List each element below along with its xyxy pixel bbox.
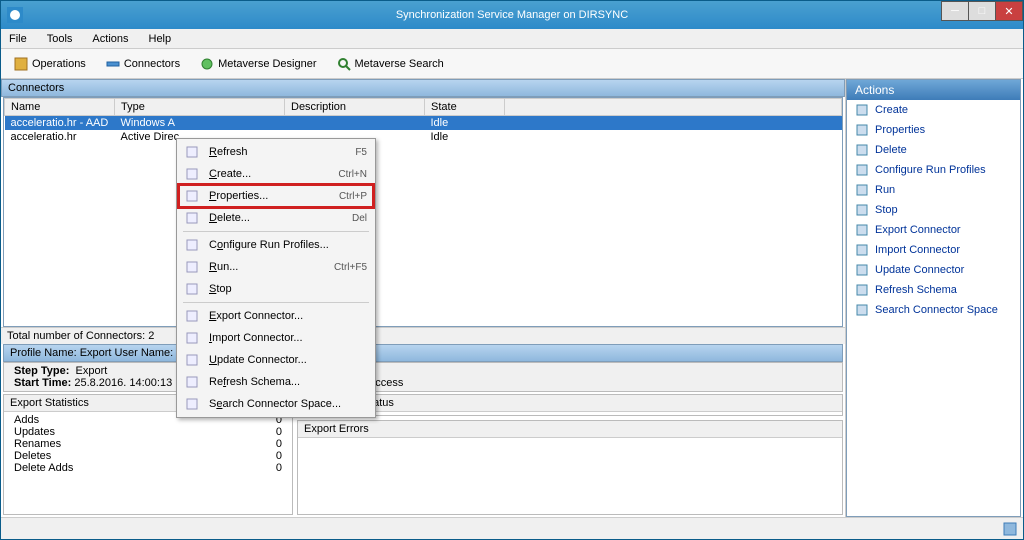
- mv-designer-icon: [200, 57, 214, 71]
- action-item[interactable]: Delete: [847, 140, 1020, 160]
- action-item[interactable]: Stop: [847, 200, 1020, 220]
- menu-item-icon: [185, 238, 199, 252]
- action-item[interactable]: Update Connector: [847, 260, 1020, 280]
- action-icon: [855, 283, 869, 297]
- toolbar: Operations Connectors Metaverse Designer…: [1, 49, 1023, 79]
- stats-row: Renames0: [10, 438, 286, 450]
- action-icon: [855, 103, 869, 117]
- action-item[interactable]: Configure Run Profiles: [847, 160, 1020, 180]
- connectors-header: Connectors: [1, 79, 845, 97]
- menu-item-icon: [185, 309, 199, 323]
- action-icon: [855, 163, 869, 177]
- export-errors-panel: Export Errors: [297, 420, 843, 515]
- minimize-button[interactable]: ─: [941, 1, 969, 21]
- menu-help[interactable]: Help: [145, 31, 176, 47]
- context-menu-item[interactable]: Configure Run Profiles...: [179, 234, 373, 256]
- status-icon: [1003, 522, 1017, 536]
- tab-metaverse-search[interactable]: Metaverse Search: [328, 53, 453, 75]
- status-bar: [1, 517, 1023, 539]
- action-icon: [855, 303, 869, 317]
- action-item[interactable]: Refresh Schema: [847, 280, 1020, 300]
- profile-bar: Profile Name: Export User Name: DIRSY: [3, 344, 843, 362]
- window-title: Synchronization Service Manager on DIRSY…: [396, 9, 628, 21]
- title-bar: Synchronization Service Manager on DIRSY…: [1, 1, 1023, 29]
- menu-item-icon: [185, 331, 199, 345]
- menu-item-icon: [185, 211, 199, 225]
- connectors-table[interactable]: Name Type Description State acceleratio.…: [4, 98, 842, 144]
- action-item[interactable]: Import Connector: [847, 240, 1020, 260]
- context-menu-item[interactable]: Delete...Del: [179, 207, 373, 229]
- action-icon: [855, 203, 869, 217]
- menu-item-icon: [185, 282, 199, 296]
- stats-row: Updates0: [10, 426, 286, 438]
- action-icon: [855, 223, 869, 237]
- menu-item-icon: [185, 260, 199, 274]
- menu-actions[interactable]: Actions: [88, 31, 132, 47]
- context-menu-item[interactable]: Export Connector...: [179, 305, 373, 327]
- table-row[interactable]: acceleratio.hr - AADWindows AIdle: [5, 116, 842, 131]
- menu-bar: File Tools Actions Help: [1, 29, 1023, 49]
- tab-operations[interactable]: Operations: [5, 53, 95, 75]
- menu-file[interactable]: File: [5, 31, 31, 47]
- context-menu-item[interactable]: Import Connector...: [179, 327, 373, 349]
- context-menu: RefreshF5Create...Ctrl+NProperties...Ctr…: [176, 138, 376, 418]
- export-errors-header: Export Errors: [298, 421, 842, 438]
- mv-search-icon: [337, 57, 351, 71]
- context-menu-item[interactable]: Properties...Ctrl+P: [179, 185, 373, 207]
- maximize-button[interactable]: □: [968, 1, 996, 21]
- action-icon: [855, 123, 869, 137]
- context-menu-item[interactable]: Stop: [179, 278, 373, 300]
- action-item[interactable]: Properties: [847, 120, 1020, 140]
- stats-row: Delete Adds0: [10, 462, 286, 474]
- menu-item-icon: [185, 353, 199, 367]
- stats-row: Deletes0: [10, 450, 286, 462]
- action-item[interactable]: Create: [847, 100, 1020, 120]
- context-menu-item[interactable]: Refresh Schema...: [179, 371, 373, 393]
- context-menu-item[interactable]: Update Connector...: [179, 349, 373, 371]
- action-icon: [855, 243, 869, 257]
- col-name[interactable]: Name: [5, 99, 115, 116]
- connectors-icon: [106, 57, 120, 71]
- col-type[interactable]: Type: [115, 99, 285, 116]
- close-button[interactable]: ✕: [995, 1, 1023, 21]
- run-info: Step Type: Export Start Time: 25.8.2016.…: [3, 362, 843, 392]
- action-icon: [855, 183, 869, 197]
- context-menu-item[interactable]: Create...Ctrl+N: [179, 163, 373, 185]
- tab-connectors[interactable]: Connectors: [97, 53, 189, 75]
- table-row[interactable]: acceleratio.hrActive DirecIdle: [5, 130, 842, 144]
- col-description[interactable]: Description: [285, 99, 425, 116]
- menu-item-icon: [185, 145, 199, 159]
- context-menu-item[interactable]: Run...Ctrl+F5: [179, 256, 373, 278]
- connection-status-panel: Connection Status: [297, 394, 843, 416]
- actions-header: Actions: [847, 80, 1020, 100]
- action-icon: [855, 143, 869, 157]
- content-area: Connectors Name Type Description State a…: [1, 79, 1023, 517]
- connection-status-header: Connection Status: [298, 395, 842, 412]
- menu-item-icon: [185, 167, 199, 181]
- action-item[interactable]: Search Connector Space: [847, 300, 1020, 320]
- connectors-total: Total number of Connectors: 2: [1, 327, 845, 344]
- tab-metaverse-designer[interactable]: Metaverse Designer: [191, 53, 325, 75]
- action-item[interactable]: Run: [847, 180, 1020, 200]
- menu-item-icon: [185, 189, 199, 203]
- actions-panel: Actions CreatePropertiesDeleteConfigure …: [846, 79, 1021, 517]
- context-menu-item[interactable]: RefreshF5: [179, 141, 373, 163]
- operations-icon: [14, 57, 28, 71]
- app-icon: [7, 7, 23, 23]
- col-state[interactable]: State: [425, 99, 505, 116]
- context-menu-item[interactable]: Search Connector Space...: [179, 393, 373, 415]
- connectors-grid-panel: Name Type Description State acceleratio.…: [3, 97, 843, 327]
- app-window: Synchronization Service Manager on DIRSY…: [0, 0, 1024, 540]
- action-icon: [855, 263, 869, 277]
- menu-item-icon: [185, 397, 199, 411]
- menu-tools[interactable]: Tools: [43, 31, 77, 47]
- action-item[interactable]: Export Connector: [847, 220, 1020, 240]
- menu-item-icon: [185, 375, 199, 389]
